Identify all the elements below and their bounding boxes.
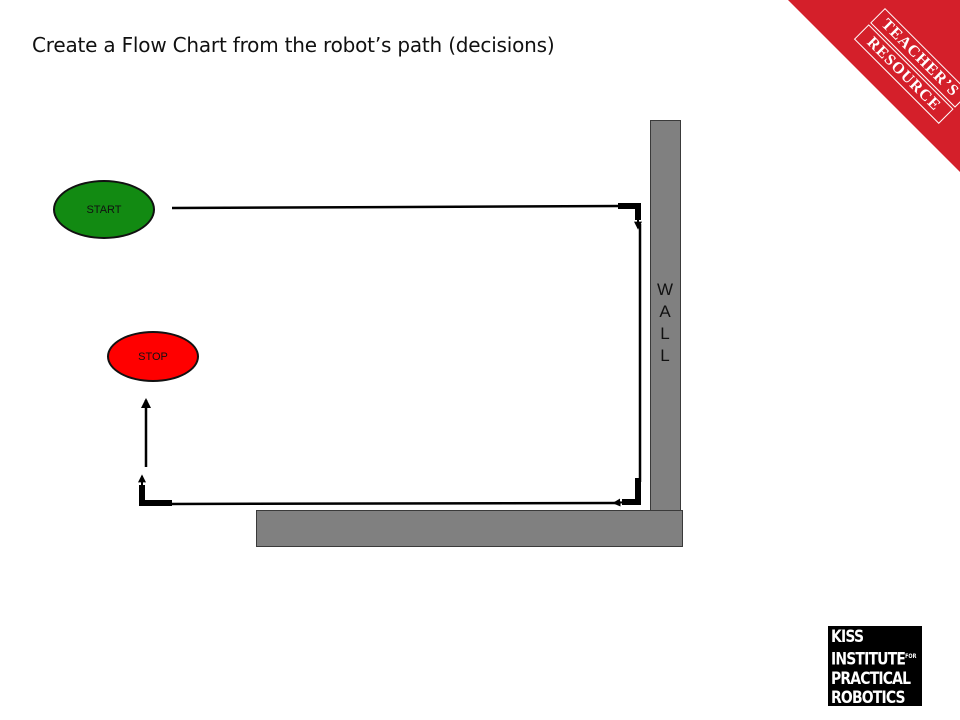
logo-line-2-sup: FOR (905, 653, 917, 660)
logo-line-1: KISS (831, 627, 864, 647)
logo-line-2: INSTITUTEFOR (831, 647, 916, 670)
stop-label: STOP (138, 350, 168, 363)
logo-line-2-text: INSTITUTE (831, 649, 906, 670)
start-label: START (86, 203, 122, 216)
turn-marker-left-bottom (139, 485, 172, 506)
start-node: START (53, 180, 155, 239)
turn-marker-right-bottom (622, 478, 641, 505)
turn-marker-right-top (618, 203, 641, 220)
kiss-institute-logo: KISS INSTITUTEFOR PRACTICAL ROBOTICS (828, 626, 922, 708)
logo-line-4: ROBOTICS (831, 687, 906, 708)
path-segment-bottom (165, 501, 619, 506)
logo-line-3: PRACTICAL (831, 668, 911, 689)
path-segment-top (171, 204, 623, 210)
stop-node: STOP (107, 331, 199, 382)
